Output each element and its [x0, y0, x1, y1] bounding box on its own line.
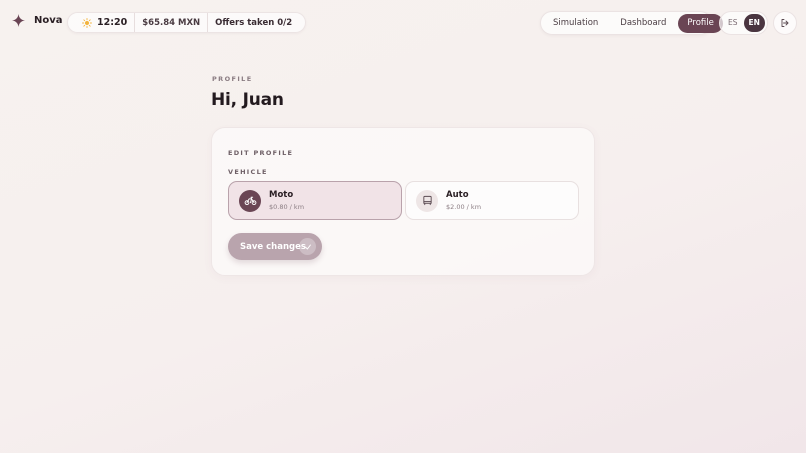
car-icon-wrap	[416, 189, 438, 212]
tab-profile[interactable]: Profile	[678, 13, 723, 33]
page-title: Hi, Juan	[211, 90, 284, 110]
language-switcher: ES EN	[719, 11, 768, 35]
clock-time: 12:20	[97, 17, 128, 28]
logout-button[interactable]	[773, 11, 797, 35]
save-changes-button[interactable]: Save changes	[228, 233, 322, 260]
time-segment: 12:20	[75, 13, 134, 32]
top-bar: Nova 12:20 $65.84 MXN Offers taken 0/2 S…	[0, 0, 806, 44]
tab-dashboard[interactable]: Dashboard	[610, 14, 676, 33]
vehicle-option-auto[interactable]: Auto $2.00 / km	[405, 181, 579, 220]
balance-value: $65.84 MXN	[142, 17, 201, 28]
sparkle-icon	[12, 14, 25, 27]
offers-count: Offers taken 0/2	[215, 17, 293, 28]
motorcycle-icon-wrap	[239, 189, 261, 212]
vehicle-label: VEHICLE	[228, 168, 268, 176]
vehicle-option-moto[interactable]: Moto $0.80 / km	[228, 181, 402, 220]
lang-option-es[interactable]: ES	[722, 14, 744, 32]
logout-icon	[781, 19, 789, 27]
motorcycle-icon	[244, 196, 256, 206]
balance-segment: $65.84 MXN	[134, 13, 207, 32]
main-nav: Simulation Dashboard Profile	[540, 11, 723, 35]
vehicle-name: Auto	[446, 190, 469, 200]
check-icon-wrap	[299, 238, 316, 255]
section-title: EDIT PROFILE	[228, 149, 294, 157]
vehicle-name: Moto	[269, 190, 294, 200]
tab-simulation[interactable]: Simulation	[543, 14, 608, 33]
lang-option-en[interactable]: EN	[743, 14, 765, 32]
vehicle-price: $2.00 / km	[446, 203, 482, 211]
sun-icon	[82, 17, 92, 28]
brand-name: Nova	[34, 15, 63, 26]
car-icon	[422, 195, 432, 206]
vehicle-price: $0.80 / km	[269, 203, 305, 211]
status-pill: 12:20 $65.84 MXN Offers taken 0/2	[67, 12, 307, 33]
brand[interactable]: Nova	[12, 14, 63, 27]
page-eyebrow: PROFILE	[212, 75, 253, 83]
edit-profile-card: EDIT PROFILE VEHICLE Moto $0.80 / km Aut…	[211, 127, 595, 276]
check-icon	[304, 244, 311, 249]
offers-segment: Offers taken 0/2	[207, 13, 299, 32]
save-button-label: Save changes	[240, 241, 306, 252]
